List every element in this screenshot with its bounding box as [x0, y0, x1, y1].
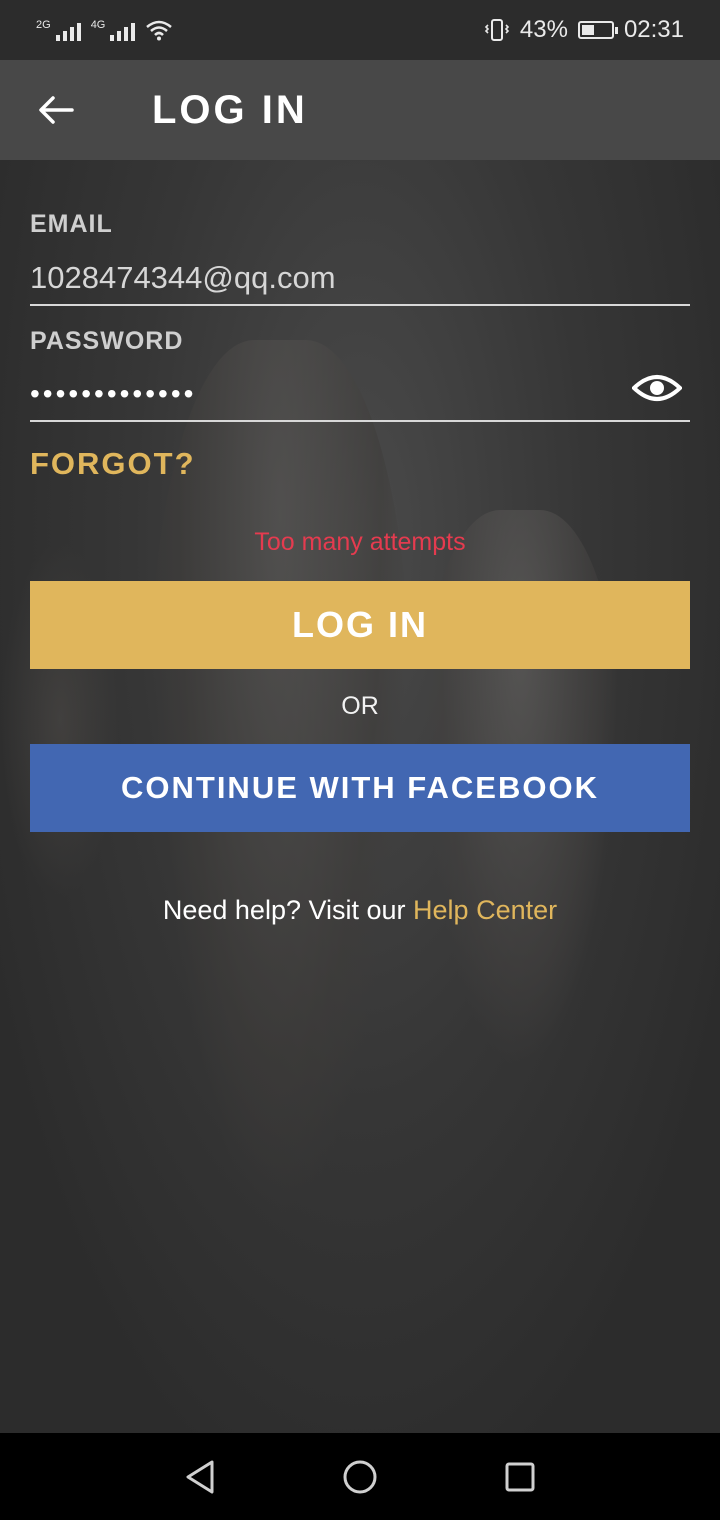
status-bar-left: 2G 4G	[36, 19, 173, 41]
clock: 02:31	[623, 16, 684, 43]
nav-back-button[interactable]	[170, 1447, 230, 1507]
vibrate-icon	[484, 19, 510, 41]
error-message: Too many attempts	[254, 528, 466, 556]
status-bar: 2G 4G 43% 02:31	[0, 0, 720, 60]
password-label: PASSWORD	[30, 327, 184, 355]
or-divider: OR	[341, 692, 379, 720]
triangle-back-icon	[186, 1460, 214, 1493]
circle-home-icon	[343, 1460, 377, 1493]
square-recents-icon	[505, 1462, 535, 1491]
login-button[interactable]: LOG IN	[30, 581, 690, 669]
password-field[interactable]	[30, 368, 690, 422]
continue-with-facebook-button[interactable]: CONTINUE WITH FACEBOOK	[30, 744, 690, 832]
email-label: EMAIL	[30, 210, 113, 238]
system-navigation-bar	[0, 1433, 720, 1520]
page-title: LOG IN	[152, 87, 308, 132]
signal-1-icon: 2G	[36, 19, 81, 41]
email-field[interactable]	[30, 252, 690, 306]
nav-home-button[interactable]	[330, 1447, 390, 1507]
battery-icon	[577, 21, 618, 39]
status-bar-right: 43% 02:31	[484, 16, 684, 44]
signal-2-icon: 4G	[91, 19, 136, 41]
forgot-password-link[interactable]: FORGOT?	[30, 446, 196, 482]
help-center-link[interactable]: Help Center	[413, 895, 557, 925]
arrow-left-icon	[39, 96, 74, 124]
help-text: Need help? Visit our Help Center	[30, 895, 690, 926]
eye-icon	[632, 375, 682, 401]
help-prefix: Need help? Visit our	[162, 895, 406, 925]
show-password-button[interactable]	[632, 368, 682, 408]
nav-recents-button[interactable]	[490, 1447, 550, 1507]
wifi-icon	[146, 20, 173, 41]
back-button[interactable]	[28, 82, 84, 138]
battery-fill	[581, 25, 594, 35]
battery-percent: 43%	[519, 16, 568, 43]
app-bar: LOG IN	[0, 60, 720, 160]
